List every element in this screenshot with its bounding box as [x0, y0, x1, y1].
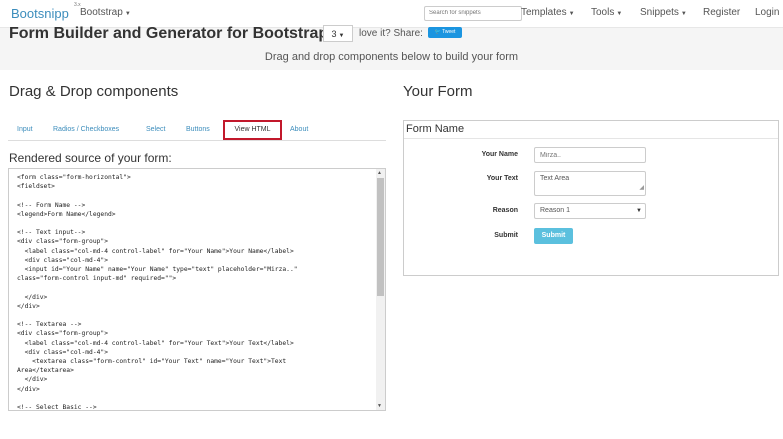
snippets-menu[interactable]: Snippets ▼ — [640, 7, 687, 18]
share-counter[interactable]: 3 ▼ — [323, 25, 353, 42]
your-form-heading: Your Form — [403, 83, 473, 100]
form-preview — [403, 120, 779, 276]
resize-handle-icon[interactable]: ◢ — [639, 181, 644, 195]
caret-down-icon: ▼ — [616, 11, 623, 17]
twitter-bird-icon: 🐦 — [434, 29, 441, 35]
reason-selected-value: Reason 1 — [540, 207, 570, 214]
rendered-source-heading: Rendered source of your form: — [9, 151, 172, 165]
templates-menu[interactable]: Templates ▼ — [521, 7, 575, 18]
share-count: 3 — [331, 29, 337, 39]
components-heading: Drag & Drop components — [9, 83, 179, 100]
register-link[interactable]: Register — [703, 7, 740, 18]
tweet-label: Tweet — [442, 29, 456, 35]
brand-logo[interactable]: Bootsnipp — [11, 6, 69, 21]
reason-label: Reason — [492, 207, 518, 214]
tab-input[interactable]: Input — [17, 126, 33, 133]
html-source-code: <form class="form-horizontal"> <fieldset… — [17, 174, 298, 411]
html-source-textarea[interactable]: <form class="form-horizontal"> <fieldset… — [8, 168, 386, 411]
tweet-button[interactable]: 🐦 Tweet — [428, 27, 462, 38]
caret-down-icon: ▼ — [338, 33, 345, 39]
page-subtitle: Drag and drop components below to build … — [264, 51, 519, 63]
submit-button[interactable]: Submit — [534, 228, 573, 244]
tab-view-html[interactable]: View HTML — [223, 120, 282, 140]
your-text-textarea[interactable]: Text Area ◢ — [534, 171, 646, 196]
code-scrollbar[interactable]: ▲ ▼ — [376, 169, 385, 410]
your-name-label: Your Name — [481, 151, 518, 158]
form-legend: Form Name — [406, 123, 465, 135]
top-navbar: Bootsnipp 3.x Bootstrap▼ Templates▼ Tool… — [0, 0, 783, 28]
your-name-input[interactable] — [534, 147, 646, 163]
bootstrap-label: Bootstrap — [80, 7, 123, 18]
caret-down-icon: ▼ — [568, 11, 575, 17]
your-text-value: Text Area — [540, 175, 570, 182]
caret-down-icon: ▼ — [680, 11, 687, 17]
tab-buttons[interactable]: Buttons — [186, 126, 210, 133]
tools-menu[interactable]: Tools ▼ — [591, 7, 622, 18]
templates-label: Templates — [521, 7, 567, 18]
login-link[interactable]: Login — [755, 7, 779, 18]
tab-about[interactable]: About — [290, 126, 308, 133]
legend-divider — [404, 138, 778, 139]
tools-label: Tools — [591, 7, 615, 18]
tab-select[interactable]: Select — [146, 126, 165, 133]
love-share-text: love it? Share: — [359, 28, 423, 39]
reason-select[interactable]: Reason 1 ▼ — [534, 203, 646, 219]
search-input[interactable] — [424, 6, 522, 21]
caret-down-icon: ▼ — [124, 11, 131, 17]
your-text-label: Your Text — [486, 175, 518, 182]
bootstrap-dropdown[interactable]: Bootstrap ▼ — [80, 7, 131, 18]
submit-label: Submit — [494, 232, 518, 239]
scroll-down-icon[interactable]: ▼ — [377, 403, 382, 409]
tab-radios-checkboxes[interactable]: Radios / Checkboxes — [53, 126, 119, 133]
scrollbar-thumb[interactable] — [377, 178, 384, 296]
page-title: Form Builder and Generator for Bootstrap — [9, 25, 329, 42]
component-tabs: Input Radios / Checkboxes Select Buttons… — [8, 118, 386, 141]
snippets-label: Snippets — [640, 7, 679, 18]
scroll-up-icon[interactable]: ▲ — [377, 170, 382, 176]
caret-down-icon: ▼ — [636, 208, 642, 214]
